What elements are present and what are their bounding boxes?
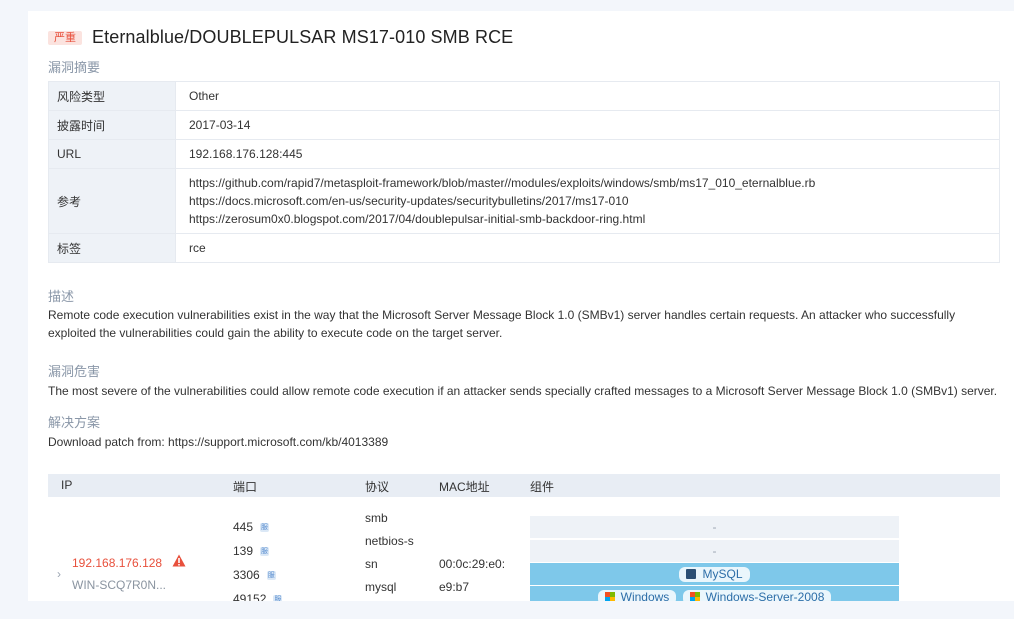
risk-type-label: 风险类型 — [48, 81, 176, 111]
reference-link[interactable]: https://github.com/rapid7/metasploit-fra… — [189, 174, 986, 192]
port-number: 445 — [233, 520, 254, 534]
solution-text: Download patch from: https://support.mic… — [48, 435, 389, 449]
component-cell: - — [530, 516, 899, 538]
url-label: URL — [48, 139, 176, 169]
component-tag-mysql[interactable]: MySQL — [679, 567, 750, 582]
component-cell: Windows Windows-Server-2008 — [530, 586, 899, 601]
severity-badge: 严重 — [48, 30, 82, 45]
vulnerability-detail-panel: 严重 Eternalblue/DOUBLEPULSAR MS17-010 SMB… — [28, 11, 1014, 601]
summary-row-tags: 标签 rce — [48, 233, 1000, 263]
column-port: 端口 — [233, 480, 258, 494]
asset-hostname: WIN-SCQ7R0N... — [72, 578, 167, 592]
solution-heading: 解决方案 — [48, 415, 101, 430]
service-mark-icon: 服 — [273, 595, 283, 601]
service-mark-icon: 服 — [266, 571, 276, 581]
protocol-item: netbios-s — [365, 534, 414, 548]
reference-link[interactable]: https://docs.microsoft.com/en-us/securit… — [189, 192, 986, 210]
port-number: 3306 — [233, 568, 260, 582]
protocol-item: sn — [365, 557, 378, 571]
column-mac: MAC地址 — [439, 480, 490, 494]
windows-icon — [689, 592, 700, 601]
component-tag-windows[interactable]: Windows — [597, 590, 677, 601]
vuln-title: Eternalblue/DOUBLEPULSAR MS17-010 SMB RC… — [92, 27, 514, 47]
tags-value: rce — [175, 233, 1000, 263]
component-tag-windows-server[interactable]: Windows-Server-2008 — [682, 590, 832, 601]
port-item: 3306 服 — [233, 568, 276, 582]
mac-address-line: 00:0c:29:e0: — [439, 557, 506, 571]
asset-row[interactable]: › 192.168.176.128 WIN-SCQ7R0N... 445 服 13… — [48, 506, 1000, 601]
description-text: Remote code execution vulnerabilities ex… — [48, 308, 956, 340]
column-protocol: 协议 — [365, 480, 390, 494]
column-component: 组件 — [530, 480, 555, 494]
summary-table: 风险类型 Other 披露时间 2017-03-14 URL 192.168.1… — [48, 81, 1000, 263]
port-item: 49152 服 — [233, 592, 283, 601]
asset-ip[interactable]: 192.168.176.128 — [72, 556, 162, 570]
component-tag-label: MySQL — [702, 567, 743, 581]
service-mark-icon: 服 — [260, 547, 270, 557]
protocol-item: mysql — [365, 580, 397, 594]
risk-type-value: Other — [175, 81, 1000, 111]
mac-address-line: e9:b7 — [439, 580, 470, 594]
component-cell: MySQL — [530, 563, 899, 585]
summary-heading: 漏洞摘要 — [48, 60, 101, 75]
expand-chevron-icon[interactable]: › — [57, 567, 61, 581]
component-cell: - — [530, 540, 899, 562]
protocol-item: smb — [365, 511, 388, 525]
summary-row-disclosure-date: 披露时间 2017-03-14 — [48, 110, 1000, 140]
url-value: 192.168.176.128:445 — [175, 139, 1000, 169]
references-value: https://github.com/rapid7/metasploit-fra… — [175, 168, 1000, 234]
component-tag-label: Windows-Server-2008 — [705, 590, 825, 601]
service-mark-icon: 服 — [260, 523, 270, 533]
vuln-title-row: 严重 Eternalblue/DOUBLEPULSAR MS17-010 SMB… — [48, 27, 513, 48]
disclosure-date-label: 披露时间 — [48, 110, 176, 140]
references-label: 参考 — [48, 168, 176, 234]
port-number: 49152 — [233, 592, 267, 601]
mysql-icon — [686, 569, 697, 579]
windows-icon — [604, 592, 615, 601]
assets-table-header: IP 端口 协议 MAC地址 组件 — [48, 474, 1000, 497]
component-tag-label: Windows — [620, 590, 670, 601]
port-item: 139 服 — [233, 544, 270, 558]
port-item: 445 服 — [233, 520, 270, 534]
summary-row-url: URL 192.168.176.128:445 — [48, 139, 1000, 169]
reference-link[interactable]: https://zerosum0x0.blogspot.com/2017/04/… — [189, 210, 986, 228]
description-heading: 描述 — [48, 289, 75, 304]
warning-icon — [172, 554, 186, 570]
port-number: 139 — [233, 544, 254, 558]
summary-row-references: 参考 https://github.com/rapid7/metasploit-… — [48, 168, 1000, 234]
column-ip: IP — [61, 478, 73, 492]
impact-heading: 漏洞危害 — [48, 364, 101, 379]
impact-text: The most severe of the vulnerabilities c… — [48, 384, 998, 398]
tags-label: 标签 — [48, 233, 176, 263]
summary-row-risk-type: 风险类型 Other — [48, 81, 1000, 111]
disclosure-date-value: 2017-03-14 — [175, 110, 1000, 140]
